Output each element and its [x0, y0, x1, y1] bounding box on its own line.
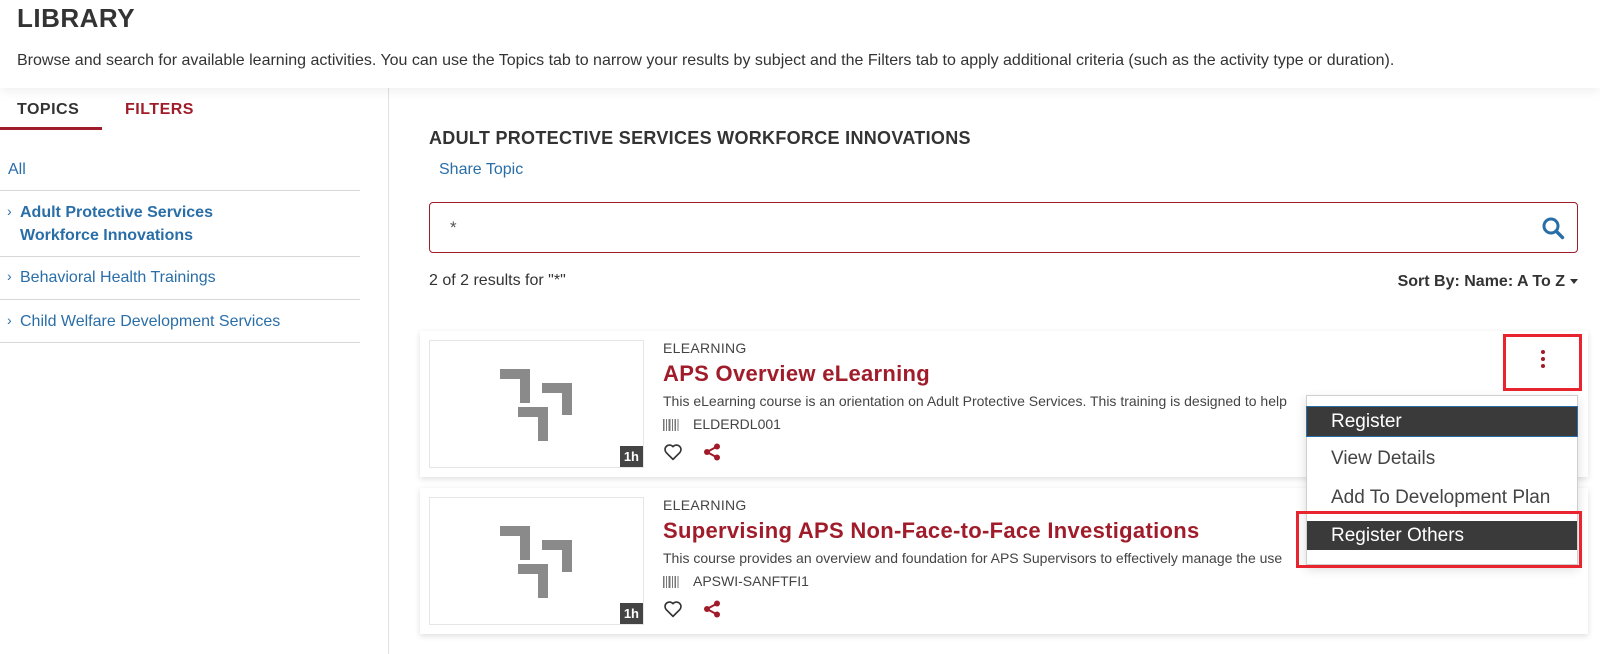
share-icon[interactable] — [703, 443, 721, 461]
activity-thumbnail[interactable]: 1h — [429, 340, 644, 468]
activity-title[interactable]: APS Overview eLearning — [663, 361, 930, 387]
activity-code: APSWI-SANFTFI1 — [693, 573, 809, 589]
activity-thumbnail[interactable]: 1h — [429, 497, 644, 625]
barcode-icon — [663, 419, 679, 432]
menu-item-add-to-development-plan[interactable]: Add To Development Plan — [1307, 483, 1577, 512]
share-topic-link[interactable]: Share Topic — [439, 161, 523, 179]
topic-item-label: Adult Protective Services Workforce Inno… — [20, 204, 213, 244]
sidebar: TOPICS FILTERS All › Adult Protective Se… — [0, 88, 389, 654]
activity-code: ELDERDL001 — [693, 416, 781, 432]
page-title: LIBRARY — [17, 3, 136, 33]
barcode-icon — [663, 576, 679, 589]
sort-label: Sort By: Name: A To Z — [1397, 273, 1565, 290]
menu-item-register[interactable]: Register — [1306, 406, 1578, 437]
tab-topics[interactable]: TOPICS — [17, 101, 79, 119]
sort-dropdown[interactable]: Sort By: Name: A To Z — [1398, 273, 1578, 291]
chevron-right-icon: › — [7, 268, 12, 284]
topic-item-aps-workforce-innovations[interactable]: › Adult Protective Services Workforce In… — [0, 191, 360, 257]
duration-badge: 1h — [619, 603, 643, 624]
card-actions — [663, 600, 737, 618]
activity-code-row: APSWI-SANFTFI1 — [663, 573, 809, 589]
kebab-highlight — [1503, 334, 1582, 391]
placeholder-logo-icon — [500, 526, 572, 598]
sidebar-tabs: TOPICS FILTERS — [0, 88, 389, 132]
topic-item-label: All — [8, 161, 26, 178]
results-count: 2 of 2 results for "*" — [429, 272, 566, 289]
heart-icon[interactable] — [663, 443, 683, 461]
chevron-right-icon: › — [7, 203, 12, 219]
activity-title[interactable]: Supervising APS Non-Face-to-Face Investi… — [663, 518, 1200, 544]
chevron-right-icon: › — [7, 312, 12, 328]
search-icon[interactable] — [1541, 216, 1565, 240]
menu-item-register-others[interactable]: Register Others — [1307, 521, 1577, 550]
topic-item-behavioral-health[interactable]: › Behavioral Health Trainings — [0, 257, 360, 300]
page-header: LIBRARY Browse and search for available … — [0, 0, 1600, 88]
activity-type: ELEARNING — [663, 340, 747, 356]
topic-item-child-welfare[interactable]: › Child Welfare Development Services — [0, 300, 360, 343]
search-box — [429, 202, 1578, 253]
activity-code-row: ELDERDL001 — [663, 416, 781, 432]
more-options-icon[interactable] — [1535, 350, 1551, 372]
share-icon[interactable] — [703, 600, 721, 618]
activity-description: This course provides an overview and fou… — [663, 550, 1283, 566]
topic-item-label: Child Welfare Development Services — [20, 313, 281, 330]
topic-heading: ADULT PROTECTIVE SERVICES WORKFORCE INNO… — [429, 128, 971, 148]
topic-item-all[interactable]: All — [0, 148, 360, 191]
page-description: Browse and search for available learning… — [17, 52, 1395, 69]
placeholder-logo-icon — [500, 369, 572, 441]
topic-list: All › Adult Protective Services Workforc… — [0, 148, 360, 343]
tab-filters[interactable]: FILTERS — [125, 101, 194, 119]
topic-item-label: Behavioral Health Trainings — [20, 269, 216, 286]
card-actions — [663, 443, 737, 461]
active-tab-indicator — [0, 127, 102, 130]
caret-down-icon — [1570, 279, 1578, 285]
actions-dropdown-menu: Register View Details Add To Development… — [1306, 395, 1578, 565]
heart-icon[interactable] — [663, 600, 683, 618]
menu-item-view-details[interactable]: View Details — [1307, 444, 1577, 473]
activity-description: This eLearning course is an orientation … — [663, 393, 1287, 409]
search-input[interactable] — [450, 215, 1510, 241]
main-content: ADULT PROTECTIVE SERVICES WORKFORCE INNO… — [390, 88, 1600, 654]
duration-badge: 1h — [619, 446, 643, 467]
activity-type: ELEARNING — [663, 497, 747, 513]
